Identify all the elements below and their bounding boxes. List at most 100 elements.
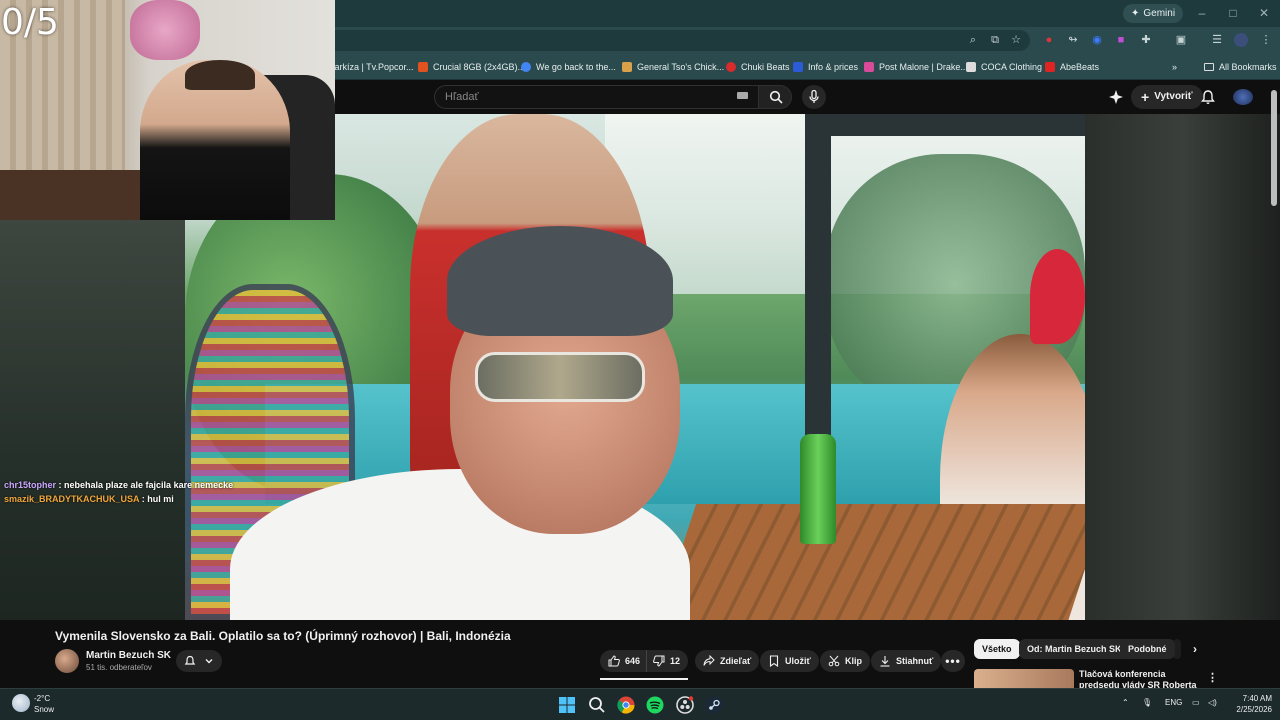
download-button[interactable]: Stiahnuť xyxy=(871,650,942,672)
recommended-thumbnail[interactable] xyxy=(974,669,1074,688)
minimize-button[interactable]: – xyxy=(1191,4,1213,22)
bookmark-favicon-icon xyxy=(726,62,736,72)
video-scene-bottle xyxy=(800,434,836,544)
bookmark-item[interactable]: Chuki Beats xyxy=(726,54,790,80)
weather-snow-icon[interactable] xyxy=(12,694,30,712)
stream-chat: chr15topher : nebehala plaze ale fajcila… xyxy=(4,478,233,506)
bookmark-item[interactable]: General Tso's Chick... xyxy=(622,54,724,80)
notifications-bell-icon[interactable] xyxy=(1200,89,1216,105)
goal-counter: 0/5 xyxy=(1,2,59,43)
media-control-icon[interactable]: ☰ xyxy=(1210,33,1224,47)
chevron-right-icon[interactable]: › xyxy=(1189,639,1201,659)
search-button[interactable] xyxy=(758,85,792,109)
search-icon xyxy=(769,90,783,104)
extension-red-icon[interactable]: ● xyxy=(1042,33,1056,47)
bookmark-favicon-icon xyxy=(864,62,874,72)
bookmark-label: Post Malone | Drake... xyxy=(879,62,968,72)
chat-username: chr15topher xyxy=(4,480,57,490)
like-button[interactable]: 646 xyxy=(600,650,647,672)
bookmark-star-icon[interactable]: ☆ xyxy=(1009,33,1023,47)
search-icon[interactable] xyxy=(587,695,607,715)
recommended-menu-icon[interactable]: ⋮ xyxy=(1203,668,1222,688)
obs-icon[interactable] xyxy=(675,695,695,715)
extension-arrow-icon[interactable]: ↬ xyxy=(1066,33,1080,47)
close-window-button[interactable]: ✕ xyxy=(1253,4,1275,22)
chip-from-channel[interactable]: Od: Martin Bezuch SK xyxy=(1019,639,1130,659)
microphone-icon xyxy=(809,90,819,103)
windows-start-icon[interactable] xyxy=(557,695,577,715)
bookmark-item[interactable]: Post Malone | Drake... xyxy=(864,54,968,80)
voice-search-button[interactable] xyxy=(802,85,826,109)
network-icon[interactable]: ▭ xyxy=(1192,698,1200,707)
screen: ✦ Gemini – □ ✕ ⌕ ⧉ ☆ ● ↬ ◉ ■ ✚ ▣ ☰ ⋮ Mar… xyxy=(0,0,1280,720)
search-input[interactable]: Hľadať xyxy=(434,85,758,109)
tray-overflow-icon[interactable]: ⌃ xyxy=(1122,698,1129,707)
extension-audio-icon[interactable]: ◉ xyxy=(1090,33,1104,47)
video-scene-glasses xyxy=(475,352,645,402)
volume-icon[interactable]: ◁) xyxy=(1208,698,1217,707)
spotify-icon[interactable] xyxy=(645,695,665,715)
sparkle-icon: ✦ xyxy=(1131,8,1140,19)
bookmark-favicon-icon xyxy=(418,62,428,72)
chrome-icon[interactable] xyxy=(616,695,636,715)
recommended-title[interactable]: Tlačová konferencia predsedu vlády SR Ro… xyxy=(1079,669,1204,688)
chip-all[interactable]: Všetko xyxy=(974,639,1020,659)
chat-separator: : xyxy=(139,494,148,504)
zoom-icon[interactable]: ⌕ xyxy=(966,33,980,47)
extension-purple-icon[interactable]: ■ xyxy=(1114,33,1128,47)
dislike-button[interactable]: 12 xyxy=(646,650,689,672)
more-horizontal-icon: ••• xyxy=(945,654,961,668)
subscription-bell-button[interactable] xyxy=(176,650,222,672)
chip-overflow[interactable] xyxy=(1173,639,1181,659)
gamepad-sparkle-icon[interactable] xyxy=(1108,89,1124,105)
plus-icon: + xyxy=(1141,89,1150,105)
bookmarks-overflow-icon[interactable]: » xyxy=(1172,54,1177,80)
steam-icon[interactable] xyxy=(704,695,724,715)
channel-avatar[interactable] xyxy=(55,649,79,673)
address-bar[interactable] xyxy=(300,30,1030,51)
bookmark-item[interactable]: Info & prices xyxy=(793,54,858,80)
video-info: Vymenila Slovensko za Bali. Oplatilo sa … xyxy=(0,620,1280,688)
system-clock[interactable]: 7:40 AM 2/25/2026 xyxy=(1222,693,1272,715)
maximize-button[interactable]: □ xyxy=(1222,4,1244,22)
chevron-down-icon xyxy=(205,659,213,664)
weather-condition: Snow xyxy=(34,705,55,714)
page-scrollbar[interactable] xyxy=(1271,90,1277,206)
share-button[interactable]: Zdieľať xyxy=(695,650,760,672)
bookmark-label: COCA Clothing xyxy=(981,62,1043,72)
video-title: Vymenila Slovensko za Bali. Oplatilo sa … xyxy=(55,629,511,643)
reading-mode-icon[interactable]: ▣ xyxy=(1174,33,1188,47)
bookmark-item[interactable]: Crucial 8GB (2x4GB)... xyxy=(418,54,525,80)
bookmark-label: Info & prices xyxy=(808,62,859,72)
extensions-puzzle-icon[interactable]: ✚ xyxy=(1139,33,1153,47)
account-avatar[interactable] xyxy=(1233,89,1253,105)
video-scene-table xyxy=(653,504,1085,620)
left-ambient-panel xyxy=(0,220,185,620)
clip-button[interactable]: Klip xyxy=(820,650,870,672)
more-actions-button[interactable]: ••• xyxy=(941,650,965,672)
install-app-icon[interactable]: ⧉ xyxy=(988,33,1002,47)
chip-related[interactable]: Podobné xyxy=(1120,639,1175,659)
profile-avatar-icon[interactable] xyxy=(1234,33,1248,47)
bookmark-item[interactable]: COCA Clothing xyxy=(966,54,1042,80)
microphone-tray-icon[interactable]: 🎙︎ xyxy=(1142,698,1152,707)
bell-icon xyxy=(184,655,196,665)
temperature: -2°C xyxy=(34,694,51,703)
keyboard-icon[interactable] xyxy=(737,92,748,99)
save-button[interactable]: Uložiť xyxy=(760,650,819,672)
thumbs-down-icon xyxy=(653,655,665,667)
gemini-button[interactable]: ✦ Gemini xyxy=(1123,4,1184,23)
bookmark-item[interactable]: We go back to the... xyxy=(521,54,616,80)
menu-kebab-icon[interactable]: ⋮ xyxy=(1259,33,1273,47)
input-language[interactable]: ENG xyxy=(1165,698,1182,707)
create-button[interactable]: + Vytvoriť xyxy=(1131,85,1203,109)
bookmark-favicon-icon xyxy=(521,62,531,72)
dislike-count: 12 xyxy=(670,656,681,666)
bookmark-item[interactable]: Markíza | Tv.Popcor... xyxy=(322,54,414,80)
thumbs-up-icon xyxy=(608,655,620,667)
bookmark-item[interactable]: AbeBeats xyxy=(1045,54,1099,80)
video-scene-beam xyxy=(805,114,1085,136)
channel-name[interactable]: Martin Bezuch SK xyxy=(86,650,171,661)
chat-username: smazik_BRADYTKACHUK_USA xyxy=(4,494,140,504)
all-bookmarks-button[interactable]: All Bookmarks xyxy=(1204,54,1277,80)
